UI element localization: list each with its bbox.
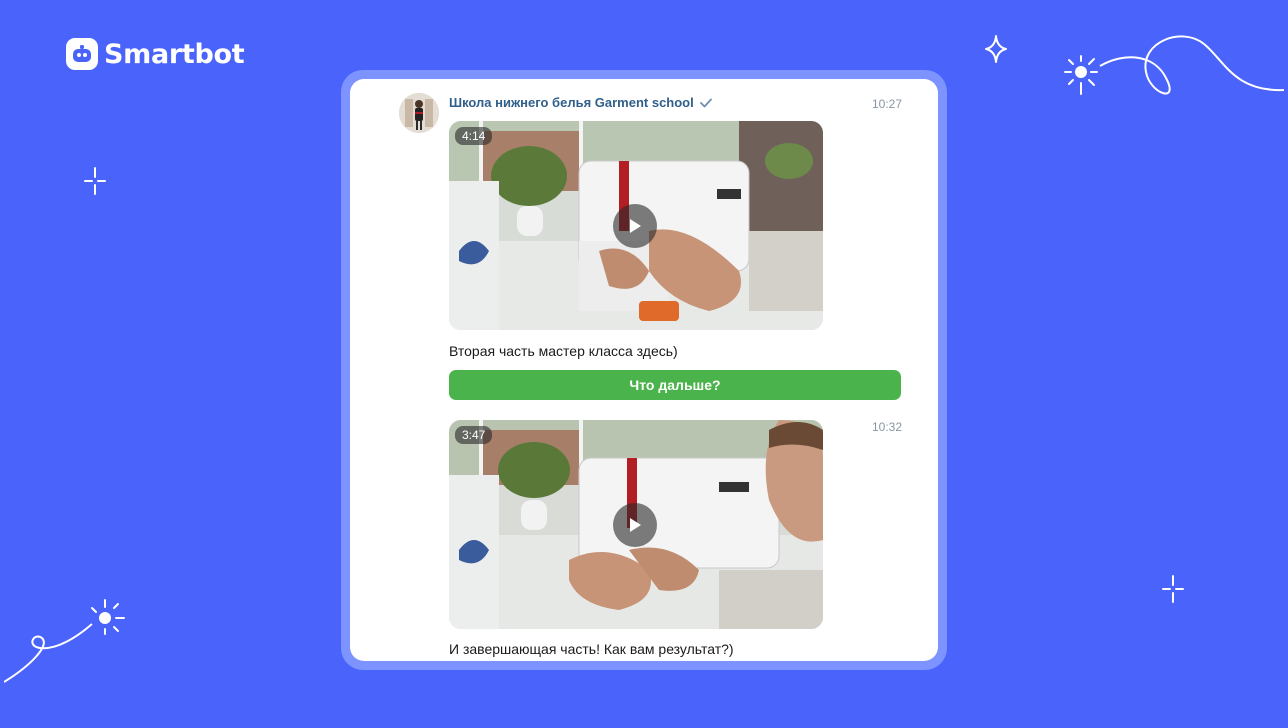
message-text: Вторая часть мастер класса здесь) [449, 343, 678, 359]
sender-name-text: Школа нижнего белья Garment school [449, 95, 694, 110]
video-thumbnail[interactable]: 3:47 [449, 420, 823, 629]
crosshair-star-icon [1162, 575, 1184, 603]
message-time: 10:32 [871, 420, 902, 434]
next-button[interactable]: Что дальше? [449, 370, 901, 400]
play-icon [630, 518, 641, 532]
brand-logo: Smartbot [66, 38, 245, 70]
avatar[interactable] [399, 93, 439, 133]
play-button[interactable] [613, 204, 657, 248]
sun-swirl-decoration [4, 599, 125, 683]
message-text: И завершающая часть! Как вам результат?) [449, 641, 734, 657]
sender-name[interactable]: Школа нижнего белья Garment school [449, 95, 712, 110]
crosshair-star-icon [84, 167, 106, 195]
video-thumbnail[interactable]: 4:14 [449, 121, 823, 330]
video-duration: 3:47 [455, 426, 493, 444]
brand-name: Smartbot [104, 38, 245, 70]
robot-icon [66, 38, 98, 70]
video-duration: 4:14 [455, 127, 493, 145]
message-time: 10:27 [871, 97, 902, 111]
play-button[interactable] [613, 503, 657, 547]
play-icon [630, 219, 641, 233]
chat-card: Школа нижнего белья Garment school 10:27 [350, 79, 938, 661]
sparkle-icon [985, 35, 1007, 63]
sun-swirl-decoration [1064, 35, 1284, 95]
verified-check-icon [699, 98, 712, 107]
promo-banner: Smartbot Школа нижнего белья Garment sch… [4, 4, 1284, 724]
